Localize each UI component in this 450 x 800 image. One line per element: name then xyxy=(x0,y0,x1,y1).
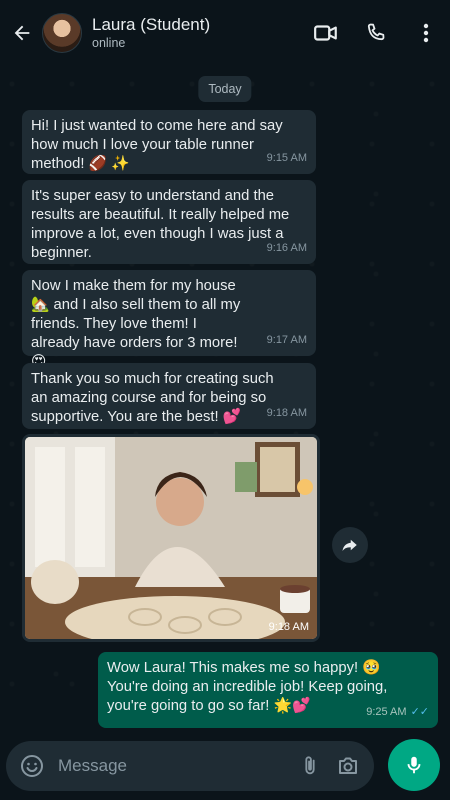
message-incoming[interactable]: Hi! I just wanted to come here and say h… xyxy=(22,110,316,174)
more-options-icon[interactable] xyxy=(412,19,440,47)
message-outgoing[interactable]: Wow Laura! This makes me so happy! 🥹 You… xyxy=(98,652,438,728)
back-arrow-icon[interactable] xyxy=(10,21,34,45)
message-list[interactable]: Today Hi! I just wanted to come here and… xyxy=(0,66,450,734)
message-time: 9:25 AM xyxy=(366,706,407,718)
image-message[interactable]: 9:18 AM xyxy=(22,434,320,642)
read-ticks-icon: ✓✓ xyxy=(410,706,429,718)
chat-header: Laura (Student) online xyxy=(0,0,450,66)
mic-button[interactable] xyxy=(388,739,440,791)
contact-status: online xyxy=(92,36,126,50)
emoji-icon[interactable] xyxy=(18,752,46,780)
message-time: 9:18 AM xyxy=(268,621,309,633)
contact-info[interactable]: Laura (Student) online xyxy=(92,15,290,51)
message-text: Thank you so much for creating such an a… xyxy=(31,371,274,425)
forward-icon[interactable] xyxy=(332,527,368,563)
message-time-row: 9:25 AM ✓✓ xyxy=(366,703,429,722)
message-time: 9:15 AM xyxy=(266,152,307,164)
message-time: 9:17 AM xyxy=(266,334,307,346)
message-time: 9:18 AM xyxy=(266,407,307,419)
mic-icon xyxy=(407,756,421,774)
message-composer xyxy=(6,741,374,791)
message-text: Hi! I just wanted to come here and say h… xyxy=(31,118,283,172)
attach-icon[interactable] xyxy=(296,752,324,780)
camera-icon[interactable] xyxy=(334,752,362,780)
contact-name: Laura (Student) xyxy=(92,15,211,34)
video-call-icon[interactable] xyxy=(312,19,340,47)
avatar[interactable] xyxy=(42,13,82,53)
message-incoming[interactable]: Thank you so much for creating such an a… xyxy=(22,363,316,429)
message-time: 9:16 AM xyxy=(266,242,307,254)
message-incoming[interactable]: It's super easy to understand and the re… xyxy=(22,180,316,264)
message-incoming[interactable]: Now I make them for my house 🏡 and I als… xyxy=(22,270,316,370)
date-separator: Today xyxy=(198,76,252,102)
message-input[interactable] xyxy=(58,756,286,776)
message-text: Now I make them for my house 🏡 and I als… xyxy=(31,278,241,370)
crochet-photo xyxy=(25,437,317,639)
phone-icon[interactable] xyxy=(362,19,390,47)
chat-screen: Laura (Student) online Today Hi! I just … xyxy=(0,0,450,800)
message-text: It's super easy to understand and the re… xyxy=(31,188,290,261)
